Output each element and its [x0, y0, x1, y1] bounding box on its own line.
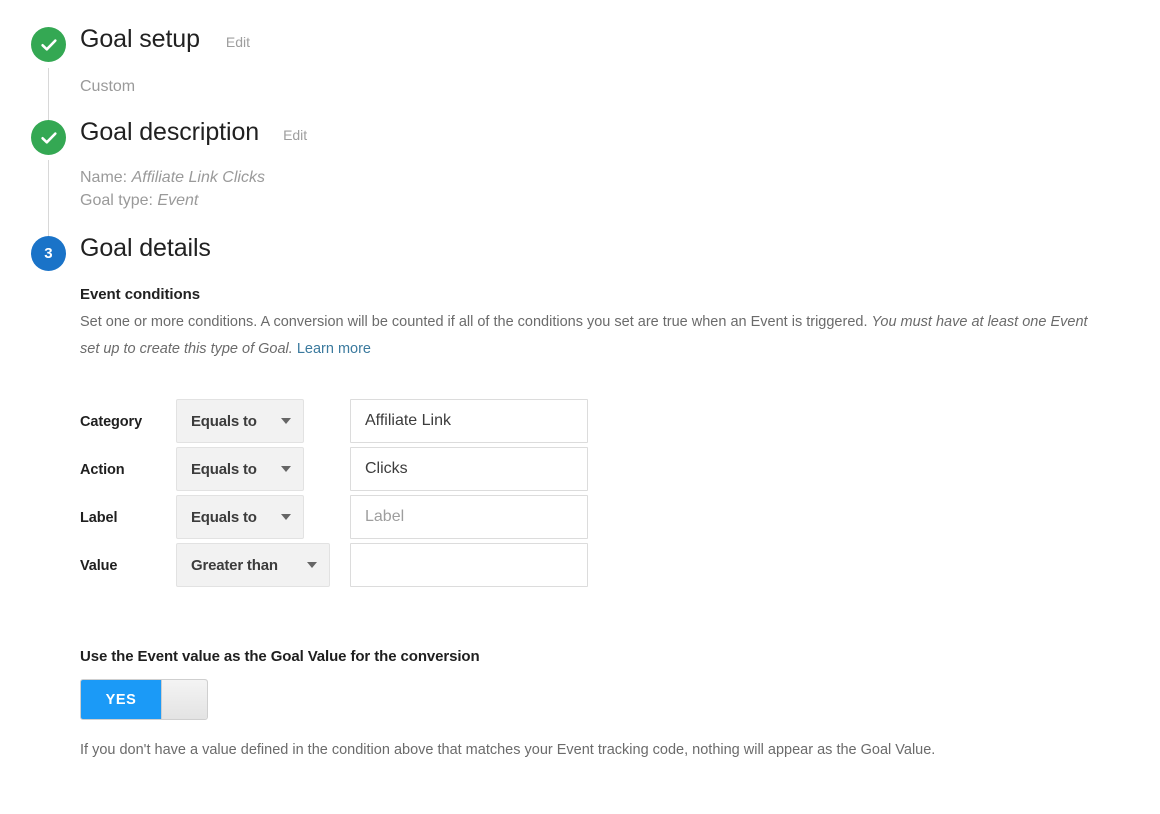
condition-row-category: Category Equals to — [80, 399, 588, 447]
step-2-title: Goal description — [80, 118, 260, 146]
goal-value-title: Use the Event value as the Goal Value fo… — [80, 648, 480, 665]
condition-label-action: Action — [80, 462, 125, 478]
step-3-header: Goal details — [80, 234, 211, 263]
step-2-header: Goal description Edit — [80, 118, 307, 147]
event-conditions-section: Event conditions Set one or more conditi… — [80, 286, 1140, 363]
step-3-title: Goal details — [80, 234, 211, 262]
condition-row-label: Label Equals to — [80, 495, 588, 543]
category-value-input[interactable] — [350, 399, 588, 443]
step-2-summary: Name: Affiliate Link Clicks Goal type: E… — [80, 166, 265, 212]
condition-label-value: Value — [80, 558, 118, 574]
condition-label-category: Category — [80, 414, 143, 430]
step-2-summary-name-line: Name: Affiliate Link Clicks — [80, 166, 265, 189]
action-operator-select[interactable]: Equals to — [176, 447, 304, 491]
chevron-down-icon — [281, 418, 291, 424]
goal-value-description: If you don't have a value defined in the… — [80, 742, 936, 758]
condition-row-action: Action Equals to — [80, 447, 588, 495]
goal-value-toggle-knob — [161, 680, 207, 719]
step-2-summary-type-line: Goal type: Event — [80, 189, 265, 212]
learn-more-link[interactable]: Learn more — [297, 341, 371, 357]
step-1-edit-link[interactable]: Edit — [226, 34, 250, 50]
chevron-down-icon — [281, 514, 291, 520]
step-1-summary: Custom — [80, 78, 136, 95]
label-operator-select[interactable]: Equals to — [176, 495, 304, 539]
step-3-number: 3 — [44, 245, 53, 262]
event-conditions-description-text: Set one or more conditions. A conversion… — [80, 314, 872, 330]
condition-row-value: Value Greater than — [80, 543, 588, 591]
value-operator-value: Greater than — [191, 556, 278, 574]
step-2-edit-link[interactable]: Edit — [283, 127, 307, 143]
event-conditions-title: Event conditions — [80, 286, 201, 303]
goal-value-toggle[interactable]: YES — [80, 679, 208, 720]
step-1-complete-icon — [31, 27, 66, 62]
value-operator-select[interactable]: Greater than — [176, 543, 330, 587]
step-1-header: Goal setup Edit — [80, 25, 250, 54]
category-operator-select[interactable]: Equals to — [176, 399, 304, 443]
goal-value-section: Use the Event value as the Goal Value fo… — [80, 648, 1120, 765]
label-operator-value: Equals to — [191, 508, 257, 526]
step-2-type-label: Goal type: — [80, 192, 153, 209]
condition-label-label: Label — [80, 510, 118, 526]
step-3-number-badge: 3 — [31, 236, 66, 271]
chevron-down-icon — [281, 466, 291, 472]
event-conditions-form: Category Equals to Action Equals to Labe… — [80, 399, 588, 591]
action-operator-value: Equals to — [191, 460, 257, 478]
step-2-type-value: Event — [157, 192, 199, 209]
step-2-name-label: Name: — [80, 169, 128, 186]
step-1-title: Goal setup — [80, 25, 200, 53]
chevron-down-icon — [307, 562, 317, 568]
label-value-input[interactable] — [350, 495, 588, 539]
category-operator-value: Equals to — [191, 412, 257, 430]
goal-setup-page: Goal setup Edit Custom Goal description … — [0, 0, 1160, 814]
event-conditions-description: Set one or more conditions. A conversion… — [80, 309, 1095, 363]
value-value-input[interactable] — [350, 543, 588, 587]
step-2-complete-icon — [31, 120, 66, 155]
stepper-connector-2 — [48, 160, 49, 238]
action-value-input[interactable] — [350, 447, 588, 491]
step-2-name-value: Affiliate Link Clicks — [131, 169, 265, 186]
goal-value-toggle-state: YES — [81, 680, 161, 719]
